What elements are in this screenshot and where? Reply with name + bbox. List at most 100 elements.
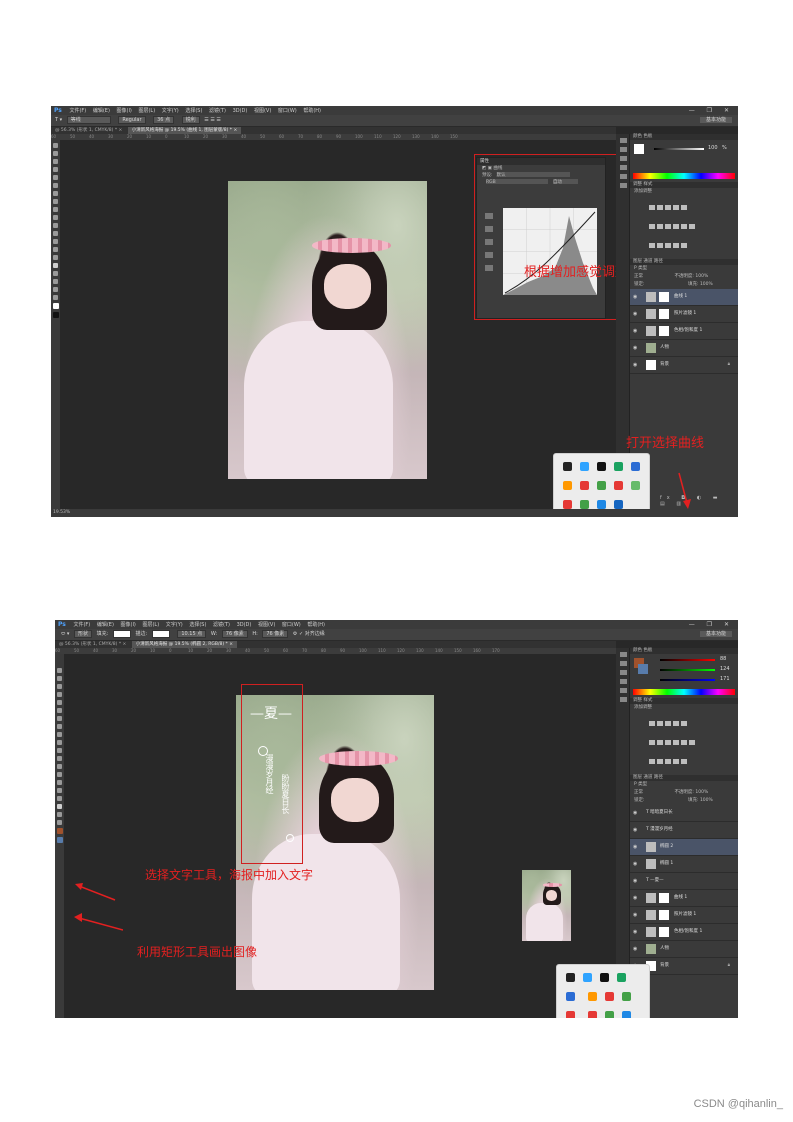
layer-row[interactable]: ◉ 照片滤镜 1 — [630, 907, 738, 924]
font-family-select[interactable]: 等线 — [66, 115, 111, 124]
menu-edit[interactable]: 编辑(E) — [97, 622, 114, 628]
move-tool-icon[interactable] — [53, 143, 58, 148]
tray-app-icon[interactable] — [580, 481, 589, 490]
fill-field[interactable]: 100% — [700, 798, 713, 803]
eyedropper-tool-icon[interactable] — [57, 708, 62, 713]
height-field[interactable]: 76 像素 — [262, 629, 289, 638]
menu-type[interactable]: 文字(Y) — [166, 622, 183, 628]
tray-app-icon[interactable] — [600, 973, 609, 982]
hand-tool-icon[interactable] — [53, 287, 58, 292]
marquee-tool-icon[interactable] — [53, 151, 58, 156]
color-spectrum[interactable] — [633, 173, 735, 179]
eye-icon[interactable]: ◉ — [633, 822, 637, 838]
poster-circle-small[interactable] — [286, 834, 294, 842]
width-field[interactable]: 76 像素 — [221, 629, 248, 638]
shape-tool-icon[interactable] — [53, 279, 58, 284]
gray-slider[interactable] — [654, 148, 704, 150]
align-edges-checkbox[interactable]: ⚙ ✓ — [293, 631, 303, 637]
eye-icon[interactable]: ◉ — [633, 907, 637, 923]
eye-icon[interactable]: ◉ — [633, 873, 637, 889]
dodge-tool-icon[interactable] — [57, 772, 62, 777]
tray-app-icon[interactable] — [614, 481, 623, 490]
tray-app-icon[interactable] — [631, 462, 640, 471]
layer-footer-icons[interactable]: fx ◘ ◐ ▬ ▤ ▥ — [660, 495, 738, 507]
layer-row[interactable]: ◉ 曲线 1 — [630, 890, 738, 907]
selective-color-icon[interactable] — [681, 759, 687, 764]
threshold-icon[interactable] — [665, 243, 671, 248]
path-select-icon[interactable] — [53, 271, 58, 276]
levels-icon[interactable] — [657, 205, 663, 210]
menu-window[interactable]: 窗口(W) — [278, 108, 297, 114]
actions-icon[interactable] — [619, 661, 627, 666]
tray-app-icon[interactable] — [563, 500, 572, 509]
eye-icon[interactable]: ◉ — [633, 357, 637, 373]
align-icons[interactable]: ☰ ☰ ☰ — [204, 117, 221, 123]
blend-mode-select[interactable]: 正常 — [634, 274, 643, 279]
bg-color-swatch[interactable] — [638, 664, 648, 674]
workspace-select[interactable]: 基本功能 — [699, 117, 732, 123]
layer-row[interactable]: ◉ T 漫漫岁月经 — [630, 822, 738, 839]
eraser-tool-icon[interactable] — [57, 748, 62, 753]
eye-icon[interactable]: ◉ — [633, 306, 637, 322]
zoom-level[interactable]: 19.53% — [53, 510, 70, 515]
window-controls[interactable]: — ❐ ✕ — [689, 106, 734, 115]
pen-tool-icon[interactable] — [53, 255, 58, 260]
blend-mode-select[interactable]: 正常 — [634, 790, 643, 795]
layer-kind-filter[interactable]: P 类型 — [634, 782, 647, 787]
brush-preset-icon[interactable] — [619, 679, 627, 684]
menu-filter[interactable]: 滤镜(T) — [213, 622, 230, 628]
pen-tool-icon[interactable] — [57, 780, 62, 785]
color-spectrum[interactable] — [633, 689, 735, 695]
curves-adj-icon[interactable] — [665, 205, 671, 210]
invert-icon[interactable] — [649, 759, 655, 764]
poster-text-col1[interactable]: 漫漫岁月经 — [265, 754, 275, 794]
menu-type[interactable]: 文字(Y) — [162, 108, 179, 114]
tray-app-icon[interactable] — [597, 462, 606, 471]
brightness-icon[interactable] — [649, 721, 655, 726]
menu-layer[interactable]: 图层(L) — [138, 108, 155, 114]
crop-tool-icon[interactable] — [53, 175, 58, 180]
tray-app-icon[interactable] — [622, 992, 632, 1001]
info-icon[interactable] — [619, 670, 627, 675]
background-color-swatch[interactable] — [57, 837, 63, 843]
stroke-size-field[interactable]: 10.15 点 — [177, 629, 207, 638]
eye-icon[interactable]: ◉ — [633, 856, 637, 872]
gradient-tool-icon[interactable] — [57, 756, 62, 761]
lasso-tool-icon[interactable] — [57, 684, 62, 689]
tray-app-icon[interactable] — [588, 992, 598, 1001]
paragraph-icon[interactable] — [619, 697, 627, 702]
type-tool-icon[interactable] — [57, 788, 62, 793]
ellipse-tool-icon[interactable]: ⬭ ▾ — [61, 631, 69, 637]
eye-icon[interactable]: ◉ — [633, 941, 637, 957]
menu-image[interactable]: 图像(I) — [121, 622, 136, 628]
opacity-field[interactable]: 100% — [695, 790, 708, 795]
layer-row[interactable]: ◉ 色相/饱和度 1 — [630, 323, 738, 340]
layer-row[interactable]: ◉ 曲线 1 — [630, 289, 738, 306]
layer-kind-filter[interactable]: P 类型 — [634, 266, 647, 271]
menu-3d[interactable]: 3D(D) — [233, 108, 248, 114]
stroke-swatch[interactable] — [151, 629, 170, 638]
eye-icon[interactable]: ◉ — [633, 924, 637, 940]
dodge-tool-icon[interactable] — [53, 247, 58, 252]
photo-filter-icon[interactable] — [673, 224, 679, 229]
menu-3d[interactable]: 3D(D) — [237, 622, 252, 628]
fill-field[interactable]: 100% — [700, 282, 713, 287]
bw-icon[interactable] — [665, 740, 671, 745]
b-value[interactable]: 171 — [720, 676, 730, 682]
blur-tool-icon[interactable] — [53, 239, 58, 244]
tab-doc-1[interactable]: @ 56.3% (形状 1, CMYK/8) * × — [51, 127, 126, 134]
menu-view[interactable]: 视图(V) — [254, 108, 271, 114]
layer-row[interactable]: ◉ 人物 — [630, 941, 738, 958]
hue-icon[interactable] — [649, 740, 655, 745]
invert-icon[interactable] — [649, 243, 655, 248]
exposure-icon[interactable] — [673, 721, 679, 726]
healing-tool-icon[interactable] — [53, 191, 58, 196]
layer-row[interactable]: ◉ 背景 🔒︎ — [630, 357, 738, 374]
actions-icon[interactable] — [619, 147, 627, 152]
tray-app-icon[interactable] — [580, 462, 589, 471]
posterize-icon[interactable] — [657, 759, 663, 764]
layer-row[interactable]: ◉ 人物 — [630, 340, 738, 357]
layer-row[interactable]: ◉ T 暗暗夏日长 — [630, 805, 738, 822]
color-balance-icon[interactable] — [657, 740, 663, 745]
layer-row[interactable]: ◉ 色相/饱和度 1 — [630, 924, 738, 941]
